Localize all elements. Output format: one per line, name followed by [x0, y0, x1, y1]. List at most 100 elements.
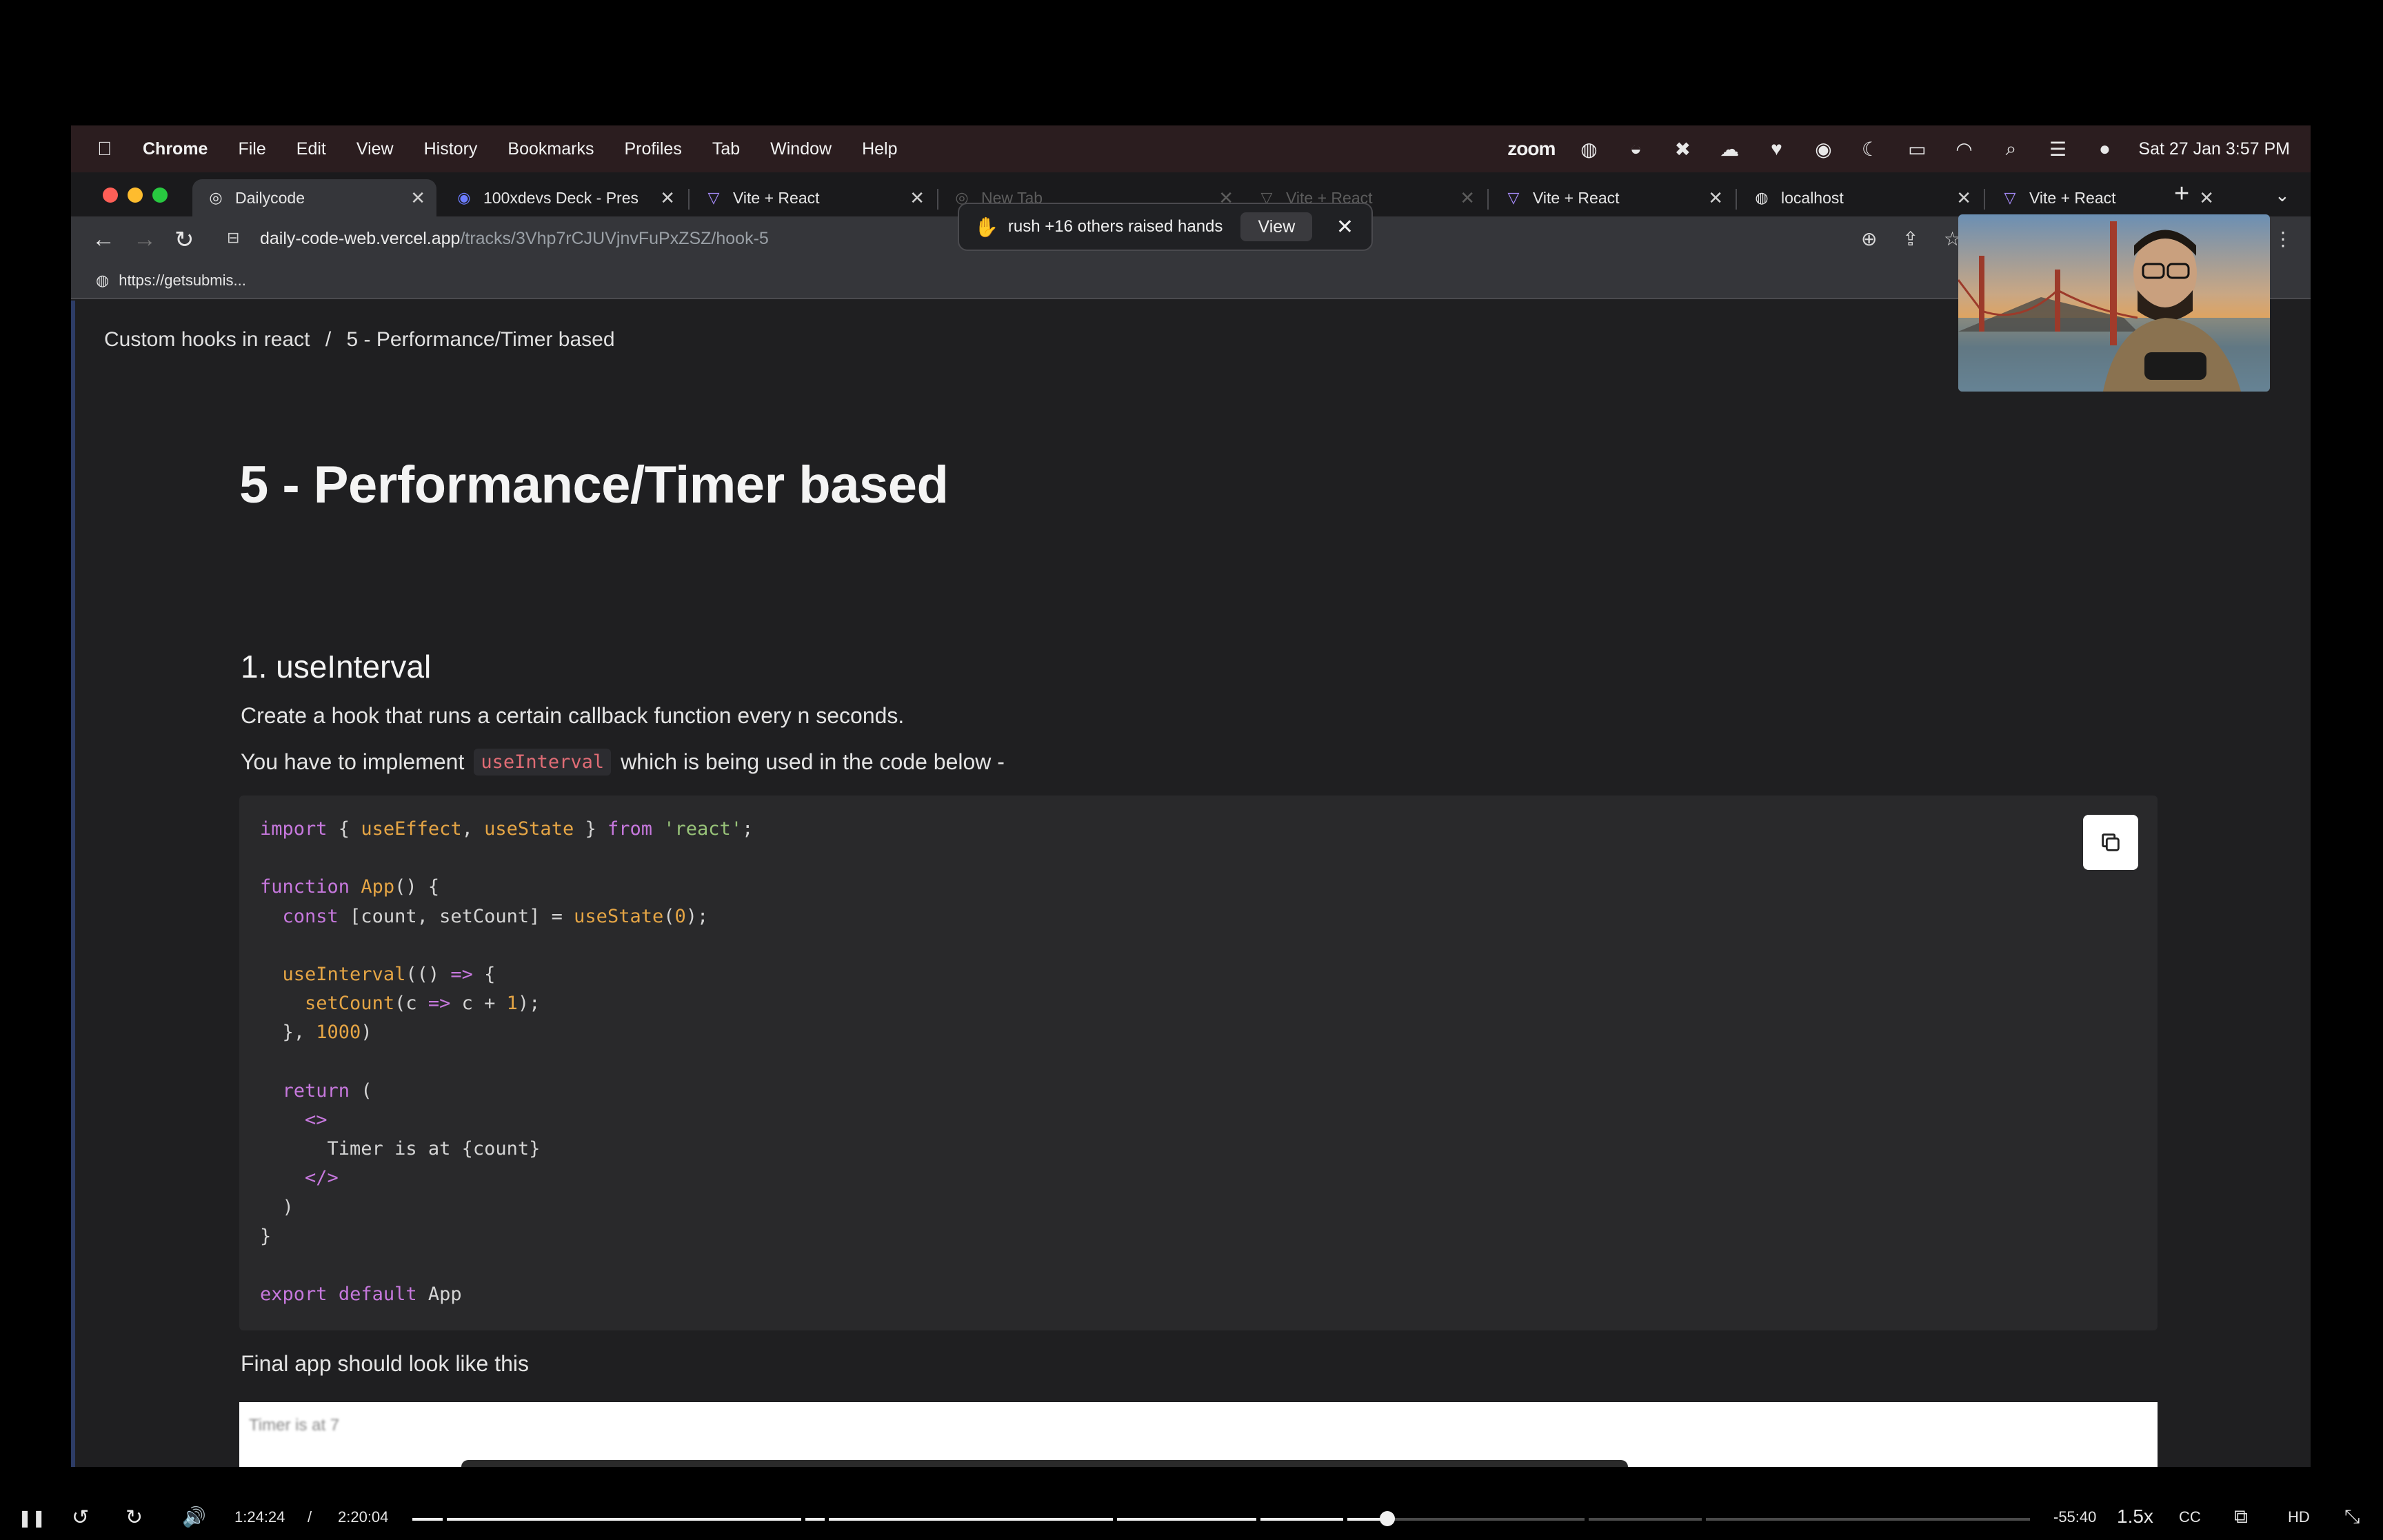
page-content: Custom hooks in react / 5 - Performance/… [71, 301, 2311, 1467]
tab-localhost[interactable]: ◍ localhost ✕ [1738, 179, 1982, 216]
volume-icon[interactable]: 🔊 [182, 1506, 206, 1528]
wifi-icon[interactable]: ◠ [1951, 138, 1977, 161]
vite-favicon-icon: ▽ [1507, 189, 1520, 206]
dailycode-favicon-icon: ◎ [209, 189, 223, 206]
zoom-magnifier-icon[interactable]: ⊕ [1861, 227, 1877, 250]
battery-icon[interactable]: ▭ [1904, 138, 1930, 161]
final-app-text: Final app should look like this [241, 1351, 530, 1376]
control-center-icon[interactable]: ☰ [2044, 138, 2071, 161]
exit-fullscreen-icon[interactable]: ⤡ [2344, 1506, 2360, 1528]
breadcrumb-parent-link[interactable]: Custom hooks in react [104, 328, 310, 351]
new-tab-icon[interactable]: + [2174, 179, 2189, 209]
tab-separator [688, 189, 690, 210]
maximize-window-button[interactable] [152, 188, 168, 203]
menu-bookmarks[interactable]: Bookmarks [507, 139, 594, 159]
docker-icon[interactable]: ◒ [1622, 138, 1649, 160]
seek-bar[interactable] [412, 1511, 2030, 1526]
raised-hands-notification: ✋ rush +16 others raised hands View ✕ [958, 203, 1373, 251]
globe-icon[interactable]: ◍ [1576, 138, 1602, 161]
code-line: import { useEffect, useState } from 'rea… [260, 818, 754, 840]
playback-speed-button[interactable]: 1.5x [2117, 1506, 2153, 1528]
participant-video-tile[interactable] [1958, 214, 2270, 392]
moon-icon[interactable]: ☾ [1857, 138, 1883, 161]
globe-favicon-icon: ◍ [1755, 189, 1769, 206]
seek-handle[interactable] [1379, 1511, 1395, 1526]
tab-close-icon[interactable]: ✕ [1956, 188, 1971, 209]
menu-help[interactable]: Help [862, 139, 897, 159]
zoom-app-icon[interactable]: zoom [1507, 138, 1556, 160]
tab-vite-react-3[interactable]: ▽ Vite + React ✕ [1490, 179, 1734, 216]
tab-separator [1736, 189, 1737, 210]
apple-icon[interactable]:  [97, 138, 114, 160]
tab-vite-react-1[interactable]: ▽ Vite + React ✕ [690, 179, 936, 216]
cloud-icon[interactable]: ☁ [1716, 138, 1742, 161]
play-icon[interactable]: ◉ [1810, 138, 1836, 161]
search-icon[interactable]: ⌕ [1998, 138, 2024, 161]
location-icon[interactable]: ♥ [1763, 138, 1789, 160]
menu-tab[interactable]: Tab [712, 139, 740, 159]
menu-view[interactable]: View [356, 139, 394, 159]
siri-icon[interactable]: ● [2091, 138, 2118, 160]
menu-history[interactable]: History [424, 139, 478, 159]
minimize-window-button[interactable] [128, 188, 143, 203]
globe-icon: ◍ [96, 272, 110, 289]
tab-close-icon[interactable]: ✕ [660, 188, 675, 209]
final-app-preview-image: Timer is at 7 [239, 1402, 2158, 1467]
tab-100xdevs-deck[interactable]: ◉ 100xdevs Deck - Pres ✕ [441, 179, 686, 216]
remaining-time: -55:40 [2053, 1508, 2097, 1526]
close-icon[interactable]: ✕ [1336, 215, 1354, 239]
code-block: import { useEffect, useState } from 'rea… [239, 796, 2158, 1330]
tab-label: localhost [1781, 188, 1844, 207]
tab-close-icon[interactable]: ✕ [1708, 188, 1723, 209]
menu-chrome[interactable]: Chrome [143, 139, 208, 159]
code-line: export default App [260, 1284, 462, 1306]
bookmark-item[interactable]: ◍ https://getsubmis... [96, 272, 246, 290]
captions-icon[interactable]: CC [2179, 1508, 2201, 1526]
tab-label: Vite + React [1533, 188, 1620, 207]
screen-recording:  Chrome File Edit View History Bookmark… [71, 125, 2311, 1467]
code-line: <> [305, 1109, 328, 1131]
preview-taskbar [461, 1460, 1628, 1467]
tab-label: Vite + React [733, 188, 820, 207]
reload-icon[interactable]: ↻ [174, 226, 194, 254]
tab-dailycode[interactable]: ◎ Dailycode ✕ [192, 179, 436, 216]
tool-icon[interactable]: ✖ [1669, 138, 1696, 161]
current-time: 1:24:24 [234, 1508, 285, 1526]
copy-code-button[interactable] [2083, 815, 2138, 870]
site-info-icon[interactable]: ⊟ [227, 229, 239, 247]
menu-window[interactable]: Window [770, 139, 832, 159]
raised-hand-icon: ✋ [974, 216, 998, 238]
tab-close-icon[interactable]: ✕ [909, 188, 925, 209]
code-content[interactable]: import { useEffect, useState } from 'rea… [260, 815, 753, 1309]
pause-icon[interactable]: ❚❚ [18, 1508, 46, 1528]
macos-menu-bar:  Chrome File Edit View History Bookmark… [71, 125, 2311, 172]
forward-icon[interactable]: ↻ [125, 1506, 143, 1530]
tab-separator [1984, 189, 1985, 210]
url-host: daily-code-web.vercel.app [260, 229, 461, 248]
chrome-menu-icon[interactable]: ⋮ [2273, 227, 2293, 250]
hd-quality-icon[interactable]: HD [2288, 1508, 2310, 1526]
breadcrumb: Custom hooks in react / 5 - Performance/… [104, 328, 625, 352]
close-window-button[interactable] [103, 188, 118, 203]
text-after: which is being used in the code below - [621, 749, 1005, 774]
breadcrumb-current: 5 - Performance/Timer based [346, 328, 615, 351]
inline-code: useInterval [474, 749, 612, 776]
share-icon[interactable]: ⇪ [1902, 227, 1918, 250]
rewind-icon[interactable]: ↺ [72, 1506, 89, 1530]
tab-search-chevron-down-icon[interactable]: ⌄ [2275, 185, 2290, 206]
back-arrow-icon[interactable]: ← [92, 226, 115, 253]
description-text: Create a hook that runs a certain callba… [241, 703, 905, 728]
menu-edit[interactable]: Edit [296, 139, 326, 159]
tab-close-icon[interactable]: ✕ [1460, 188, 1475, 209]
participant-video-image [1958, 221, 2270, 392]
view-button[interactable]: View [1240, 212, 1313, 241]
menu-file[interactable]: File [238, 139, 265, 159]
forward-arrow-icon[interactable]: → [133, 226, 157, 253]
picture-in-picture-icon[interactable]: ⧉ [2234, 1506, 2248, 1528]
menubar-datetime[interactable]: Sat 27 Jan 3:57 PM [2138, 139, 2290, 159]
tab-label: Dailycode [235, 188, 305, 207]
tab-close-icon[interactable]: ✕ [2199, 188, 2214, 209]
tab-close-icon[interactable]: ✕ [410, 188, 425, 209]
menu-profiles[interactable]: Profiles [624, 139, 681, 159]
address-bar[interactable]: daily-code-web.vercel.app/tracks/3Vhp7rC… [260, 229, 769, 249]
